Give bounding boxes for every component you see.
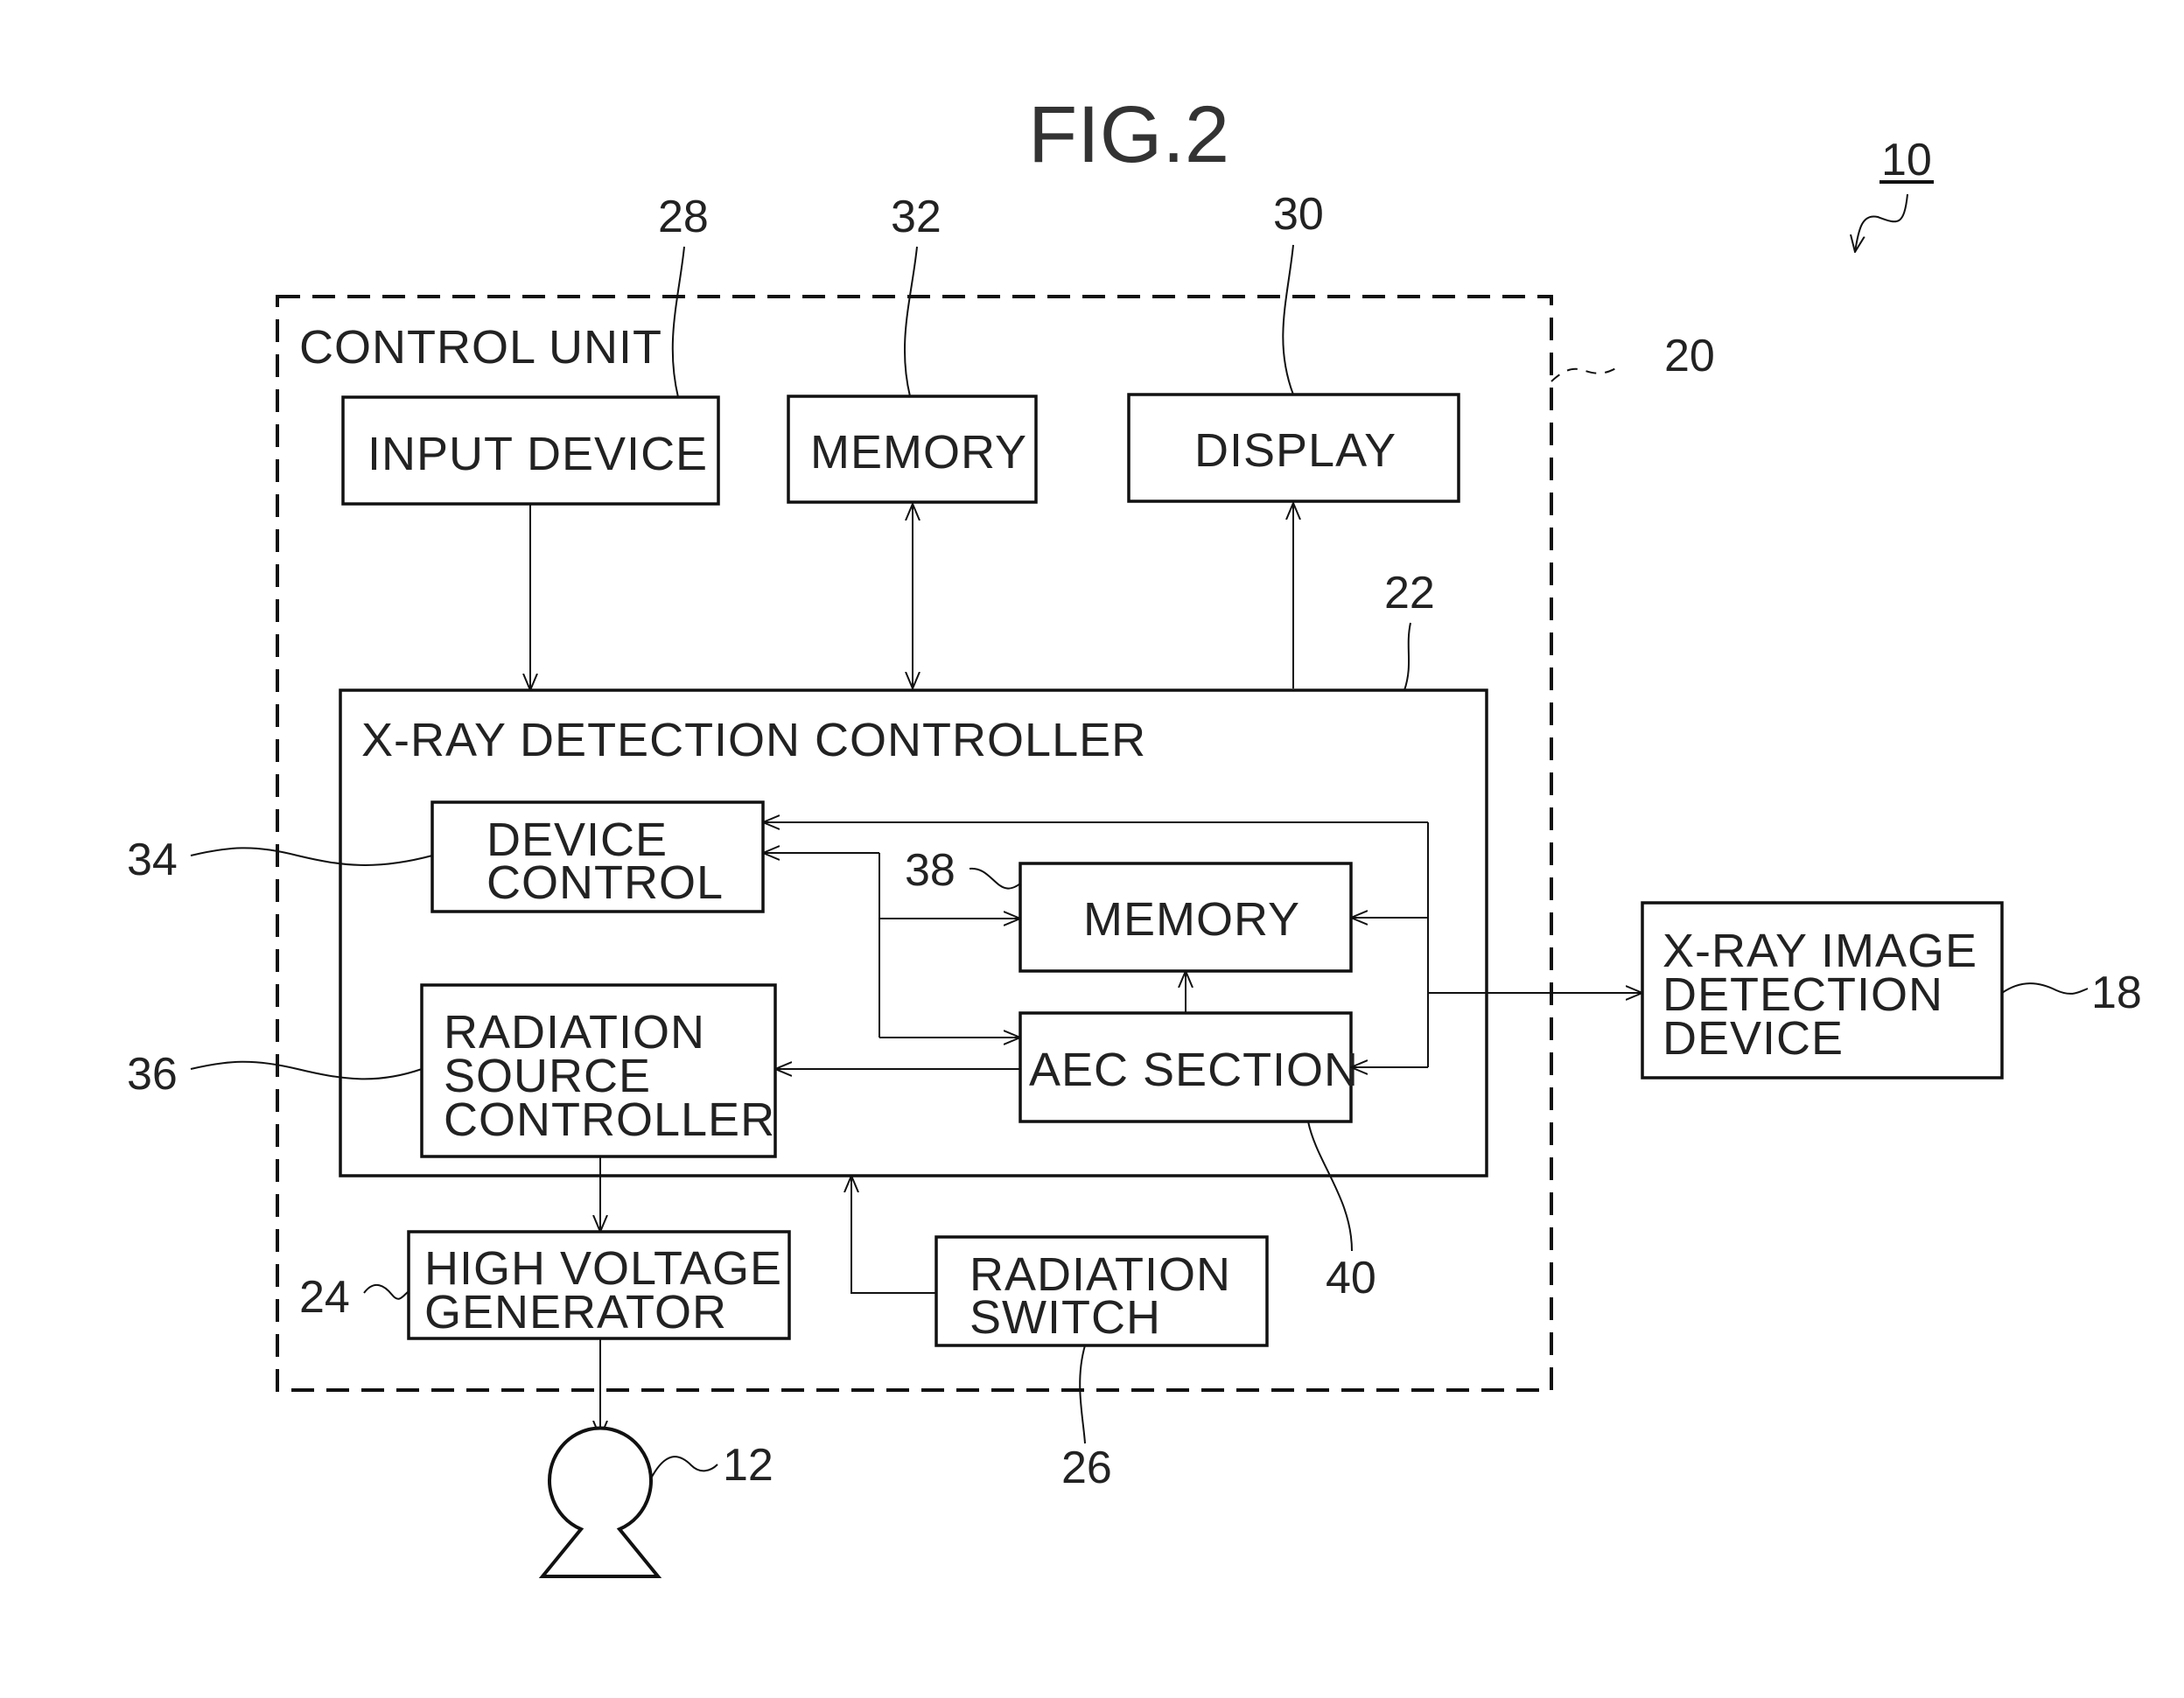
input-device-ref: 28 <box>658 192 709 242</box>
radiation-source-controller-line3: CONTROLLER <box>444 1094 775 1146</box>
radiation-switch-line2: SWITCH <box>970 1291 1161 1344</box>
control-unit-leader <box>1550 365 1621 382</box>
system-ref-leader <box>1855 193 1908 252</box>
xray-source-ref: 12 <box>723 1440 774 1491</box>
control-unit-label: CONTROL UNIT <box>299 321 662 374</box>
memory-ref: 32 <box>891 192 942 242</box>
radiation-switch-to-controller-arrow <box>851 1176 936 1294</box>
radiation-switch-ref: 26 <box>1061 1443 1112 1493</box>
control-unit-ref: 20 <box>1664 331 1715 381</box>
block-diagram: FIG.2 10 CONTROL UNIT 20 INPUT DEVICE 28… <box>127 90 2142 1578</box>
xray-image-detection-device-ref: 18 <box>2091 968 2142 1018</box>
aec-section-ref: 40 <box>1326 1253 1376 1303</box>
radiation-switch-leader <box>1079 1345 1086 1444</box>
device-control-ref: 34 <box>127 835 178 885</box>
high-voltage-generator-ref: 24 <box>299 1272 350 1323</box>
xray-detection-controller-ref: 22 <box>1384 568 1435 618</box>
display-leader <box>1282 244 1294 395</box>
display-label: DISPLAY <box>1194 424 1396 477</box>
xray-detection-controller-label: X-RAY DETECTION CONTROLLER <box>361 714 1146 766</box>
input-device-leader <box>671 246 685 398</box>
inner-memory-ref: 38 <box>905 845 956 896</box>
input-device-label: INPUT DEVICE <box>368 428 708 480</box>
inner-memory-label: MEMORY <box>1083 893 1300 946</box>
radiation-source-controller-ref: 36 <box>127 1049 178 1100</box>
memory-leader <box>903 246 918 397</box>
memory-label: MEMORY <box>810 426 1027 479</box>
device-control-label-line2: CONTROL <box>486 856 724 909</box>
xray-image-detection-device-leader <box>2001 982 2089 995</box>
high-voltage-generator-line2: GENERATOR <box>424 1286 727 1338</box>
display-ref: 30 <box>1273 189 1324 240</box>
xray-source-leader <box>650 1456 718 1479</box>
aec-section-label: AEC SECTION <box>1029 1044 1359 1096</box>
system-ref-label: 10 <box>1881 135 1932 185</box>
xray-image-detection-device-line3: DEVICE <box>1662 1012 1844 1065</box>
figure-title: FIG.2 <box>1028 90 1229 179</box>
high-voltage-generator-leader <box>363 1283 410 1300</box>
xray-source-icon <box>538 1426 662 1578</box>
xray-detection-controller-leader <box>1404 622 1411 691</box>
